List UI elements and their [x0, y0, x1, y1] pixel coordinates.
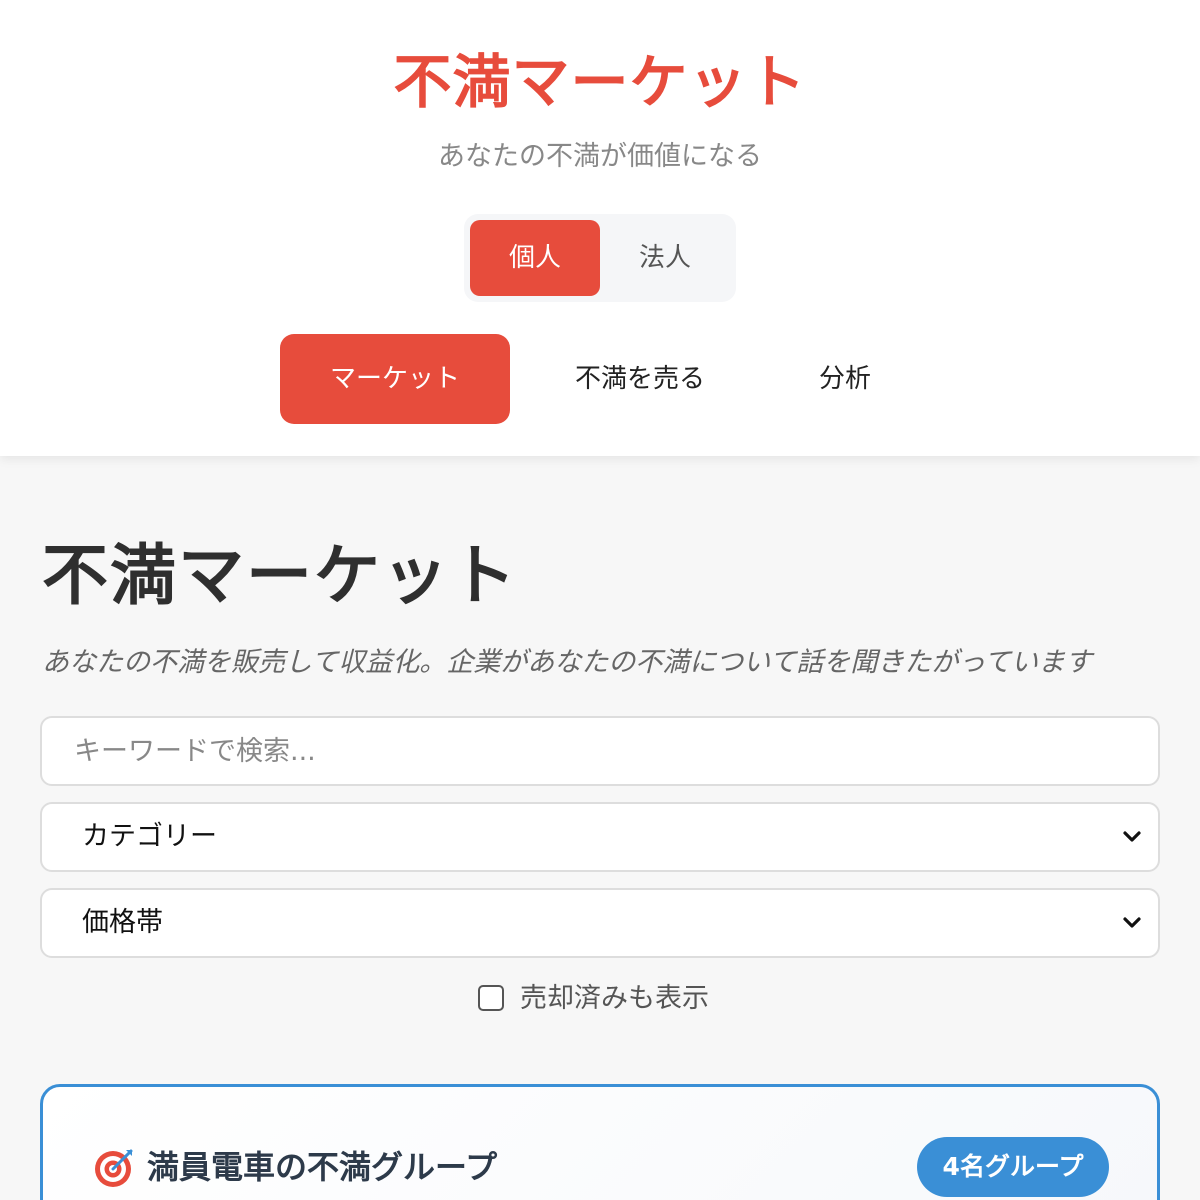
chevron-down-icon	[1123, 917, 1141, 928]
price-range-select[interactable]: 価格帯	[40, 888, 1160, 958]
search-input[interactable]	[40, 716, 1160, 786]
group-size-badge: 4名グループ	[917, 1137, 1109, 1197]
show-sold-label: 売却済みも表示	[520, 983, 709, 1014]
chevron-down-icon	[1123, 831, 1141, 842]
app-title: 不満マーケット	[393, 48, 807, 116]
tab-market[interactable]: マーケット	[280, 334, 510, 424]
group-card-title: 満員電車の不満グループ	[147, 1148, 498, 1186]
tab-analysis[interactable]: 分析	[770, 334, 920, 424]
tab-sell-complaint[interactable]: 不満を売る	[540, 334, 740, 424]
show-sold-checkbox[interactable]	[478, 985, 504, 1011]
price-range-select-value: 価格帯	[82, 907, 163, 938]
category-select-value: カテゴリー	[82, 821, 217, 852]
group-card[interactable]: 満員電車の不満グループ 4名グループ	[40, 1084, 1160, 1200]
page-title: 不満マーケット	[42, 537, 518, 614]
app-tagline: あなたの不満が価値になる	[438, 141, 762, 172]
app-header: 不満マーケット あなたの不満が価値になる 個人 法人 マーケット 不満を売る 分…	[0, 0, 1200, 456]
page-description: あなたの不満を販売して収益化。企業があなたの不満について話を聞きたがっています	[42, 647, 1093, 678]
category-select[interactable]: カテゴリー	[40, 802, 1160, 872]
mode-individual-button[interactable]: 個人	[470, 220, 600, 296]
mode-toggle: 個人 法人	[464, 214, 736, 302]
target-icon	[95, 1149, 133, 1187]
mode-corporate-button[interactable]: 法人	[600, 220, 730, 296]
